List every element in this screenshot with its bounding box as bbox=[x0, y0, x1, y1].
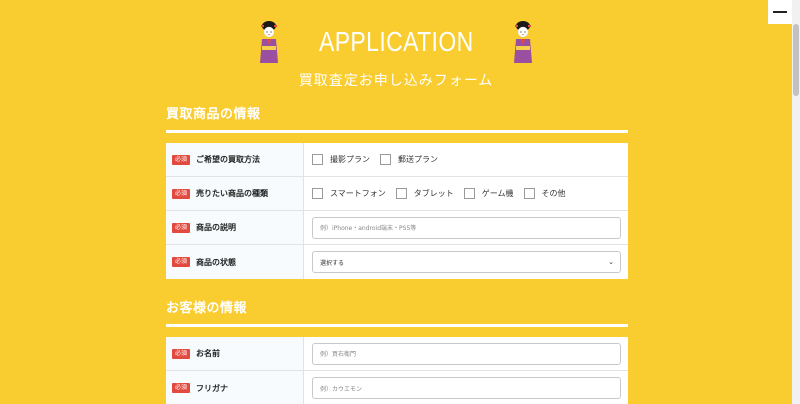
field-label: 商品の説明 bbox=[196, 223, 237, 232]
checkbox[interactable] bbox=[463, 188, 475, 199]
furigana-input[interactable]: 例）カウエモン bbox=[312, 377, 621, 399]
form-row-cell: 例）iPhone・android端末・PS5等 bbox=[304, 211, 628, 244]
form-row-header: 必須 商品の状態 bbox=[166, 245, 304, 279]
option-mail-plan[interactable]: 郵送プラン bbox=[380, 154, 438, 165]
form-row-product-condition: 必須 商品の状態 選択する ⌄ bbox=[166, 245, 628, 279]
checkbox-label[interactable]: 撮影プラン bbox=[330, 154, 370, 165]
option-tablet[interactable]: タブレット bbox=[395, 188, 454, 199]
option-smartphone[interactable]: スマートフォン bbox=[312, 188, 386, 199]
required-badge: 必須 bbox=[172, 188, 191, 199]
form-row-name: 必須 お名前 例）買右衛門 bbox=[166, 337, 628, 371]
field-label: フリガナ bbox=[196, 383, 229, 393]
form-row-product-type: 必須 売りたい商品の種類 スマートフォン タブレット ゲーム機 その他 bbox=[166, 177, 628, 211]
form-row-header: 必須 ご希望の買取方法 bbox=[166, 143, 304, 176]
form-row-purchase-method: 必須 ご希望の買取方法 撮影プラン 郵送プラン bbox=[166, 143, 628, 177]
input-placeholder: 例）カウエモン bbox=[320, 385, 363, 393]
required-badge: 必須 bbox=[172, 348, 191, 359]
form-row-cell: 選択する ⌄ bbox=[304, 245, 628, 279]
page-subtitle: 買取査定お申し込みフォーム bbox=[298, 73, 494, 89]
form-row-cell: 例）カウエモン bbox=[304, 371, 628, 404]
purchase-method-options: 撮影プラン 郵送プラン bbox=[304, 143, 628, 176]
checkbox-label[interactable]: ゲーム機 bbox=[482, 188, 514, 199]
section-heading-label: お客様の情報 bbox=[166, 301, 248, 316]
maiko-icon bbox=[514, 21, 533, 63]
field-label: 商品の状態 bbox=[196, 257, 237, 267]
customer-form-table: 必須 お名前 例）買右衛門 必須 フリガナ 例）カウエモン bbox=[166, 337, 628, 404]
required-badge: 必須 bbox=[172, 222, 191, 233]
divider bbox=[166, 130, 628, 133]
select-value: 選択する bbox=[320, 259, 345, 267]
form-row-header: 必須 商品の説明 bbox=[166, 211, 304, 244]
checkbox-label[interactable]: タブレット bbox=[414, 188, 454, 199]
scrollbar[interactable] bbox=[792, 0, 800, 404]
required-badge: 必須 bbox=[172, 154, 191, 165]
field-label: 売りたい商品の種類 bbox=[196, 189, 269, 198]
checkbox-label[interactable]: 郵送プラン bbox=[398, 154, 438, 165]
field-label: ご希望の買取方法 bbox=[196, 155, 261, 164]
form-row-product-description: 必須 商品の説明 例）iPhone・android端末・PS5等 bbox=[166, 211, 628, 245]
required-badge: 必須 bbox=[172, 257, 191, 267]
checkbox-label[interactable]: スマートフォン bbox=[330, 188, 386, 199]
hamburger-icon bbox=[773, 11, 787, 13]
section-heading-product: 買取商品の情報 bbox=[166, 103, 628, 133]
page-header: APPLICATION 買取査定お申し込みフォーム bbox=[0, 14, 792, 90]
form-row-header: 必須 お名前 bbox=[166, 337, 304, 370]
maiko-icon bbox=[259, 21, 278, 63]
field-label: お名前 bbox=[196, 349, 221, 358]
form-row-furigana: 必須 フリガナ 例）カウエモン bbox=[166, 371, 628, 404]
input-placeholder: 例）買右衛門 bbox=[320, 351, 357, 358]
checkbox[interactable] bbox=[312, 154, 323, 165]
checkbox[interactable] bbox=[523, 188, 535, 199]
page-title: APPLICATION bbox=[318, 26, 474, 57]
option-photo-plan[interactable]: 撮影プラン bbox=[312, 154, 370, 165]
product-type-options: スマートフォン タブレット ゲーム機 その他 bbox=[304, 177, 628, 210]
divider bbox=[166, 324, 628, 327]
product-form-table: 必須 ご希望の買取方法 撮影プラン 郵送プラン 必須 売りたい商品の種類 スマー… bbox=[166, 143, 628, 279]
form-row-cell: 例）買右衛門 bbox=[304, 337, 628, 370]
chevron-down-icon: ⌄ bbox=[608, 258, 614, 266]
checkbox[interactable] bbox=[395, 188, 407, 199]
checkbox[interactable] bbox=[380, 154, 391, 165]
product-condition-select[interactable]: 選択する ⌄ bbox=[312, 251, 621, 273]
option-other[interactable]: その他 bbox=[523, 188, 566, 199]
form-row-header: 必須 フリガナ bbox=[166, 371, 304, 404]
name-input[interactable]: 例）買右衛門 bbox=[312, 342, 621, 365]
scrollbar-thumb[interactable] bbox=[793, 24, 799, 96]
checkbox[interactable] bbox=[312, 188, 323, 199]
form-row-header: 必須 売りたい商品の種類 bbox=[166, 177, 304, 210]
input-placeholder: 例）iPhone・android端末・PS5等 bbox=[320, 225, 417, 232]
option-game-console[interactable]: ゲーム機 bbox=[463, 188, 514, 199]
checkbox-label[interactable]: その他 bbox=[542, 188, 566, 199]
section-heading-customer: お客様の情報 bbox=[166, 297, 628, 327]
product-description-input[interactable]: 例）iPhone・android端末・PS5等 bbox=[312, 216, 621, 239]
section-heading-label: 買取商品の情報 bbox=[166, 107, 261, 122]
required-badge: 必須 bbox=[172, 383, 191, 393]
